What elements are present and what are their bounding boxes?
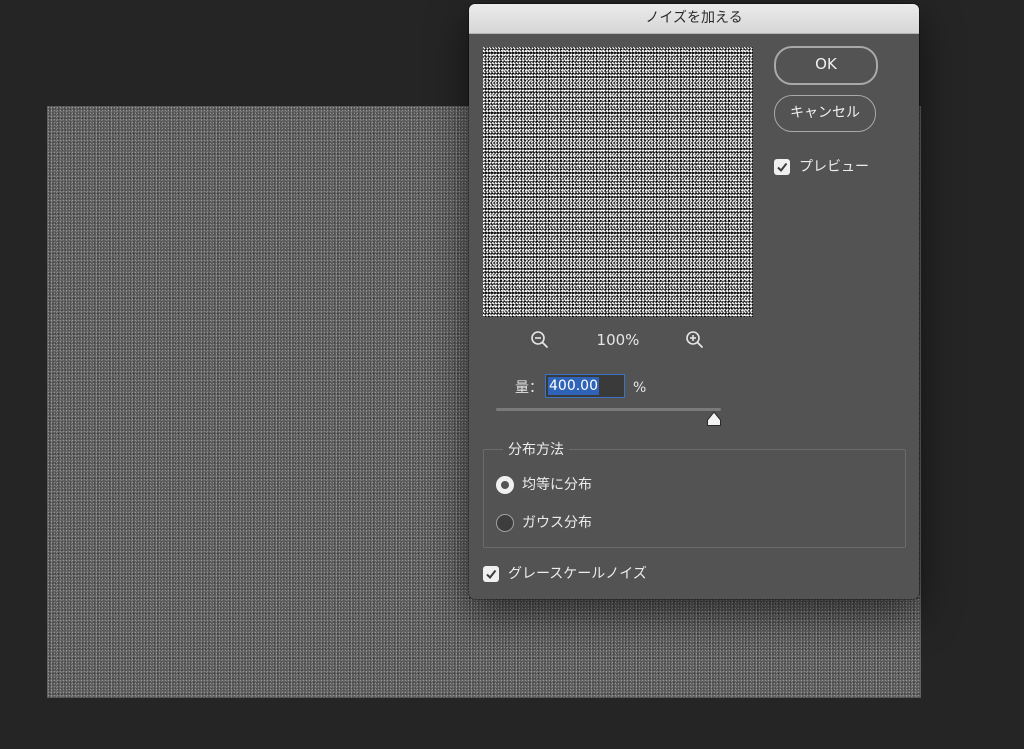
checkmark-icon <box>486 569 497 580</box>
cancel-button[interactable]: キャンセル <box>774 95 876 132</box>
monochrome-label: グレースケールノイズ <box>508 566 647 582</box>
distribution-group <box>483 449 906 548</box>
amount-value: 400.00 <box>548 377 599 395</box>
amount-input[interactable]: 400.00 <box>545 374 625 398</box>
preview-label: プレビュー <box>799 159 869 175</box>
radio-uniform-label: 均等に分布 <box>522 477 592 493</box>
zoom-in-icon[interactable] <box>683 328 707 352</box>
dialog-title: ノイズを加える <box>645 10 743 26</box>
checkmark-icon <box>777 162 788 173</box>
zoom-controls: 100% <box>483 326 753 354</box>
amount-slider-track[interactable] <box>496 408 721 411</box>
radio-gaussian[interactable] <box>496 514 514 532</box>
slider-thumb-icon[interactable] <box>706 411 722 427</box>
workspace: ノイズを加える 100% OK キャンセル プレビュー 量： 400.00 % … <box>0 0 1024 749</box>
amount-label: 量： <box>515 380 543 396</box>
distribution-title: 分布方法 <box>503 441 569 459</box>
add-noise-dialog: ノイズを加える 100% OK キャンセル プレビュー 量： 400.00 % … <box>469 4 919 599</box>
dialog-titlebar[interactable]: ノイズを加える <box>469 4 919 34</box>
zoom-level: 100% <box>596 331 640 349</box>
radio-uniform[interactable] <box>496 476 514 494</box>
radio-gaussian-label: ガウス分布 <box>522 515 592 531</box>
monochrome-checkbox[interactable] <box>483 566 499 582</box>
zoom-out-icon[interactable] <box>528 328 552 352</box>
ok-button[interactable]: OK <box>774 46 878 85</box>
preview-image[interactable] <box>483 47 753 317</box>
preview-checkbox[interactable] <box>774 159 790 175</box>
amount-unit: % <box>633 380 647 396</box>
